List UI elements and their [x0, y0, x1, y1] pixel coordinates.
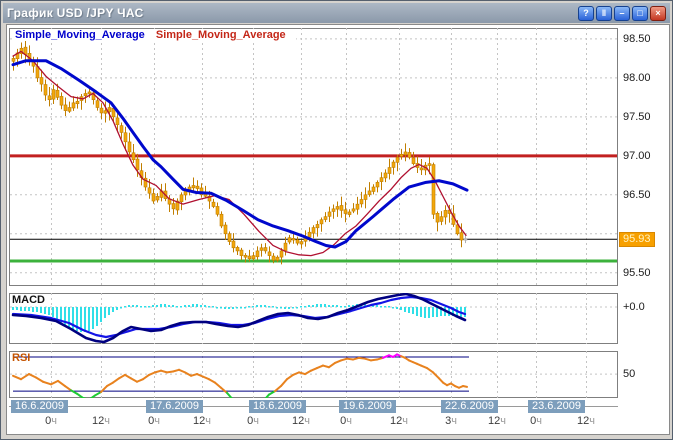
hour-label: 0ч — [238, 415, 268, 427]
maximize-button[interactable]: □ — [632, 6, 648, 21]
hour-label: 12ч — [187, 415, 217, 427]
legend-sma-slow: Simple_Moving_Average — [15, 29, 145, 41]
date-label: 19.6.2009 — [339, 400, 396, 413]
hour-label: 0ч — [36, 415, 66, 427]
macd-panel-label: MACD — [12, 294, 45, 306]
hour-label: 12ч — [571, 415, 601, 427]
window-titlebar[interactable]: График USD /JPY ЧАС ?‖–□× — [3, 3, 670, 23]
legend-sma-fast: Simple_Moving_Average — [156, 29, 286, 41]
hour-label: 3ч — [436, 415, 466, 427]
pause-button[interactable]: ‖ — [596, 6, 612, 21]
window-title: График USD /JPY ЧАС — [7, 6, 144, 20]
price-axis-label: 98.00 — [623, 72, 667, 84]
date-label: 17.6.2009 — [146, 400, 203, 413]
price-axis-label: 97.00 — [623, 150, 667, 162]
rsi-panel-label: RSI — [12, 352, 30, 364]
current-price-badge: 95.93 — [619, 232, 655, 247]
date-label: 22.6.2009 — [441, 400, 498, 413]
chart-window: График USD /JPY ЧАС ?‖–□× Simple_Moving_… — [0, 0, 673, 440]
hour-label: 0ч — [331, 415, 361, 427]
price-axis-label: 98.50 — [623, 33, 667, 45]
rsi-mid-label: 50 — [623, 368, 635, 380]
hour-label: 12ч — [286, 415, 316, 427]
price-axis-label: 96.50 — [623, 189, 667, 201]
help-button[interactable]: ? — [578, 6, 594, 21]
date-label: 18.6.2009 — [249, 400, 306, 413]
date-label: 16.6.2009 — [11, 400, 68, 413]
minimize-button[interactable]: – — [614, 6, 630, 21]
hour-label: 0ч — [139, 415, 169, 427]
price-axis-label: 95.50 — [623, 267, 667, 279]
hour-label: 12ч — [482, 415, 512, 427]
x-axis-line — [9, 406, 618, 407]
chart-canvas[interactable] — [9, 28, 618, 399]
hour-label: 12ч — [384, 415, 414, 427]
date-label: 23.6.2009 — [528, 400, 585, 413]
chart-area: Simple_Moving_Average Simple_Moving_Aver… — [6, 24, 670, 435]
titlebar-buttons: ?‖–□× — [576, 6, 666, 21]
hour-label: 0ч — [521, 415, 551, 427]
price-axis-label: 97.50 — [623, 111, 667, 123]
close-button[interactable]: × — [650, 6, 666, 21]
hour-label: 12ч — [86, 415, 116, 427]
chart-legend: Simple_Moving_Average Simple_Moving_Aver… — [13, 29, 296, 41]
macd-zero-label: +0.0 — [623, 301, 645, 313]
